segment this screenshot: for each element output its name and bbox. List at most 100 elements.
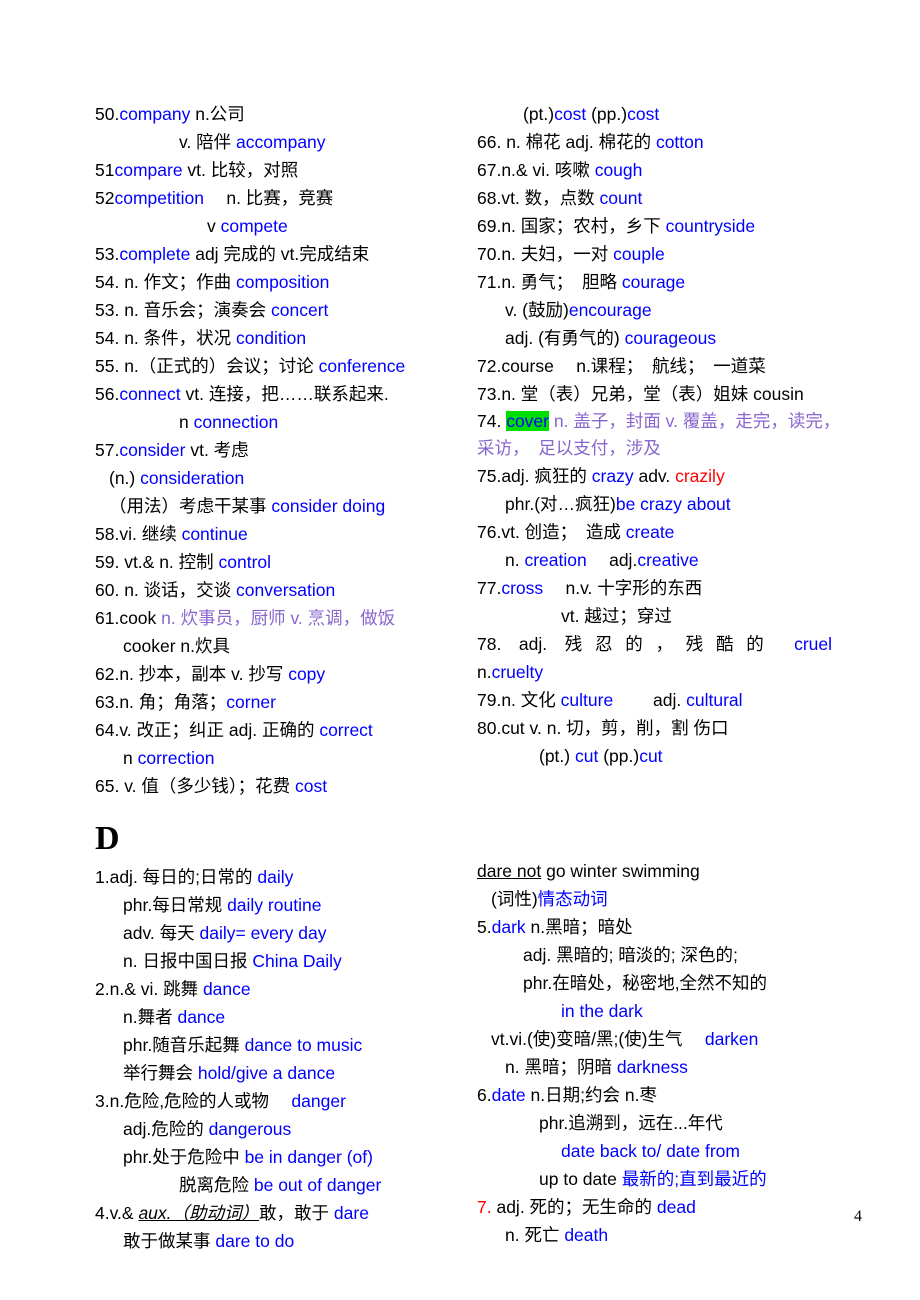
- entry-left-top-line: 52competition n. 比赛，竞赛: [95, 184, 463, 212]
- entry-d-left-line: 1.adj. 每日的;日常的 daily: [95, 863, 463, 891]
- entry-d4-phrase-en: dare to do: [215, 1231, 295, 1251]
- vocabulary-list-d-right: 5.dark n.黑暗；暗处 adj. 黑暗的; 暗淡的; 深色的; phr.在暗处…: [477, 913, 845, 1249]
- entry-d-right-line: phr.在暗处，秘密地,全然不知的: [477, 969, 845, 997]
- text-segment: adv.: [633, 466, 676, 486]
- text-segment: vt. 比较，对照: [182, 160, 299, 180]
- entry-d4-prefix: 4.v.&: [95, 1203, 139, 1223]
- text-segment: 52: [95, 188, 115, 208]
- text-segment: correction: [137, 748, 215, 768]
- text-segment: phr.(对…疯狂): [505, 494, 616, 514]
- text-segment: dance: [177, 1007, 226, 1027]
- text-segment: dance: [202, 979, 251, 999]
- text-segment: 脱离危险: [179, 1175, 254, 1195]
- entry-d-left-line: n.舞者 dance: [95, 1003, 463, 1031]
- entry-d-right-line: 6.date n.日期;约会 n.枣: [477, 1081, 845, 1109]
- text-segment: 50.: [95, 104, 120, 124]
- text-segment: darkness: [616, 1057, 688, 1077]
- text-segment: be crazy about: [615, 494, 731, 514]
- text-segment: 55. n.（正式的）会议；讨论: [95, 356, 319, 376]
- entry-78-noun-word: cruelty: [491, 662, 544, 682]
- text-segment: control: [218, 552, 272, 572]
- text-segment: n.黑暗；暗处: [525, 917, 633, 937]
- text-segment: vt.vi.(使)变暗/黑;(使)生气: [491, 1029, 705, 1049]
- text-segment: phr.在暗处，秘密地,全然不知的: [523, 973, 768, 993]
- text-segment: courageous: [624, 328, 717, 348]
- entry-right-bottom-line: (pt.) cut (pp.)cut: [477, 742, 845, 770]
- text-segment: adj 完成的 vt.完成结束: [190, 244, 370, 264]
- text-segment: 76.vt. 创造； 造成: [477, 522, 626, 542]
- entry-right-bottom-line: 79.n. 文化 culture adj. cultural: [477, 686, 845, 714]
- entry-left-top-line: n connection: [95, 408, 463, 436]
- pos-value: 情态动词: [537, 889, 608, 909]
- entry-left-top-line: 56.connect vt. 连接，把……联系起来.: [95, 380, 463, 408]
- text-segment: 77.: [477, 578, 502, 598]
- entry-d4-aux-label: aux.（助动词）: [138, 1203, 260, 1223]
- text-segment: v. (鼓励): [505, 300, 569, 320]
- text-segment: 57.: [95, 440, 120, 460]
- text-segment: vt. 连接，把……联系起来.: [180, 384, 389, 404]
- entry-left-top-line: 59. vt.& n. 控制 control: [95, 548, 463, 576]
- text-segment: (pp.): [598, 746, 640, 766]
- text-segment: danger: [291, 1091, 346, 1111]
- entry-d-right-line: vt.vi.(使)变暗/黑;(使)生气 darken: [477, 1025, 845, 1053]
- entry-left-top-line: cooker n.炊具: [95, 632, 463, 660]
- text-segment: consideration: [140, 468, 245, 488]
- entry-left-top-line: 50.company n.公司: [95, 100, 463, 128]
- text-segment: adj. (有勇气的): [505, 328, 625, 348]
- text-segment: 73.n. 堂（表）兄弟，堂（表）姐妹 cousin: [477, 384, 804, 404]
- entry-right-mid-line: n. creation adj.creative: [477, 546, 845, 574]
- text-segment: 最新的;直到最近的: [621, 1169, 767, 1189]
- text-segment: phr.追溯到，远在...年代: [539, 1113, 723, 1133]
- text-segment: culture: [560, 690, 614, 710]
- text-segment: copy: [288, 664, 326, 684]
- entry-left-top-line: 65. v. 值（多少钱）；花费 cost: [95, 772, 463, 800]
- entry-right-mid-line: 76.vt. 创造； 造成 create: [477, 518, 845, 546]
- text-segment: 1.adj. 每日的;日常的: [95, 867, 258, 887]
- text-segment: create: [625, 522, 675, 542]
- text-segment: creative: [637, 550, 699, 570]
- text-segment: crazy: [591, 466, 634, 486]
- text-segment: 64.v. 改正；纠正 adj. 正确的: [95, 720, 320, 740]
- entry-left-top-line: （用法）考虑干某事 consider doing: [95, 492, 463, 520]
- entry-right-top-line: 73.n. 堂（表）兄弟，堂（表）姐妹 cousin: [477, 380, 845, 408]
- entry-d4-word: dare: [333, 1203, 369, 1223]
- text-segment: company: [119, 104, 191, 124]
- text-segment: correct: [319, 720, 373, 740]
- entry-right-top-line: 70.n. 夫妇，一对 couple: [477, 240, 845, 268]
- entry-74-cover: 74. cover n. 盖子，封面 v. 覆盖，走完，读完，采访， 足以支付，…: [477, 408, 845, 462]
- entry-d-left-line: 3.n.危险,危险的人或物 danger: [95, 1087, 463, 1115]
- text-segment: 58.vi. 继续: [95, 524, 182, 544]
- entry-left-top-line: 60. n. 谈话，交谈 conversation: [95, 576, 463, 604]
- vocabulary-list-right-bottom: 79.n. 文化 culture adj. cultural 80.cut v. …: [477, 686, 845, 770]
- text-segment: cost: [294, 776, 328, 796]
- text-segment: n: [123, 748, 138, 768]
- text-segment: 5.: [477, 917, 492, 937]
- text-segment: cross: [501, 578, 544, 598]
- entry-left-top-line: 62.n. 抄本，副本 v. 抄写 copy: [95, 660, 463, 688]
- text-segment: date back to/ date from: [561, 1141, 740, 1161]
- entry-left-top-line: v. 陪伴 accompany: [95, 128, 463, 156]
- text-segment: 56.: [95, 384, 120, 404]
- text-segment: be in danger (of): [244, 1147, 373, 1167]
- vocabulary-list-right-top: (pt.)cost (pp.)cost 66. n. 棉花 adj. 棉花的 co…: [477, 100, 845, 408]
- text-segment: 66. n. 棉花 adj. 棉花的: [477, 132, 656, 152]
- text-segment: n. 炊事员，厨师 v. 烹调，做饭: [161, 608, 396, 628]
- text-segment: connection: [193, 412, 279, 432]
- text-segment: (pt.): [539, 746, 575, 766]
- entry-d4-middle: 敢，敢于: [259, 1203, 334, 1223]
- entry-d-left-line: phr.随音乐起舞 dance to music: [95, 1031, 463, 1059]
- text-segment: cough: [594, 160, 643, 180]
- entry-d-right-line: n. 黑暗；阴暗 darkness: [477, 1053, 845, 1081]
- text-segment: daily: [257, 867, 294, 887]
- text-segment: conference: [318, 356, 406, 376]
- entry-d-right-line: n. 死亡 death: [477, 1221, 845, 1249]
- text-segment: China Daily: [252, 951, 342, 971]
- entry-left-top-line: 53.complete adj 完成的 vt.完成结束: [95, 240, 463, 268]
- text-segment: v. 陪伴: [179, 132, 237, 152]
- entry-right-top-line: v. (鼓励)encourage: [477, 296, 845, 324]
- entry-left-top-line: 58.vi. 继续 continue: [95, 520, 463, 548]
- entry-d-left-line: 脱离危险 be out of danger: [95, 1171, 463, 1199]
- text-segment: 62.n. 抄本，副本 v. 抄写: [95, 664, 289, 684]
- text-segment: condition: [236, 328, 307, 348]
- text-segment: v: [207, 216, 221, 236]
